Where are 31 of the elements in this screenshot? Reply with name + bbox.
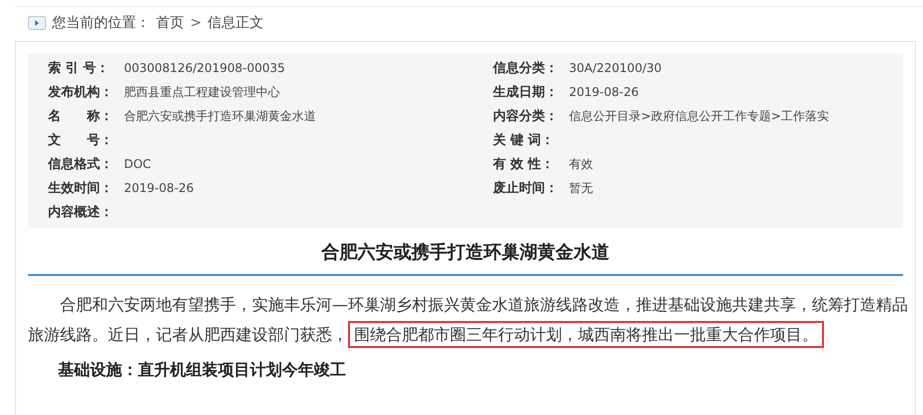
breadcrumb-link[interactable]: 信息正文 [208,14,264,32]
field-label: 索 引 号： [48,60,110,77]
field-value: 30A/220100/30 [569,61,662,75]
field-value: 信息公开目录>政府信息公开工作专题>工作落实 [569,108,830,124]
field-label: 发布机构： [48,84,114,101]
field-value: 2019-08-26 [569,85,639,99]
field-label: 内容分类： [493,108,559,125]
field-value: 肥西县重点工程建设管理中心 [124,84,280,100]
breadcrumb-link[interactable]: 首页 [156,14,184,32]
field-label: 有 效 性： [493,156,556,173]
field-label: 信息分类： [493,60,559,77]
section-heading: 基础设施：直升机组装项目计划今年竣工 [58,360,347,381]
location-label: 您当前的位置： [52,14,150,32]
field-label: 名 称： [48,108,114,125]
field-value: 暂无 [569,180,593,196]
play-icon [28,16,46,30]
field-label: 生成日期： [493,84,559,101]
article-title: 合肥六安或携手打造环巢湖黄金水道 [28,240,903,276]
separator: > [190,15,202,31]
article-paragraph: 合肥和六安两地有望携手，实施丰乐河—环巢湖乡村振兴黄金水道旅游线路改造，推进基础设施共建共享，统筹打造精品旅游线路。近日，记者从肥西建设部门获悉， 围绕合肥都市圈三年行动计划，城西南将推出一批重大合作项目。 [28,290,913,350]
field-label: 废止时间： [493,180,559,197]
field-label: 关 键 词： [493,132,556,149]
field-value: 2019-08-26 [124,181,194,195]
field-label: 生效时间： [48,180,114,197]
field-value: 合肥六安或携手打造环巢湖黄金水道 [124,108,316,124]
field-label: 文 号： [48,132,114,149]
field-label: 信息格式： [48,156,114,173]
field-value: DOC [124,157,152,171]
field-value: 003008126/201908-00035 [124,61,286,75]
field-label: 内容概述： [48,204,114,221]
field-value: 有效 [569,156,593,172]
